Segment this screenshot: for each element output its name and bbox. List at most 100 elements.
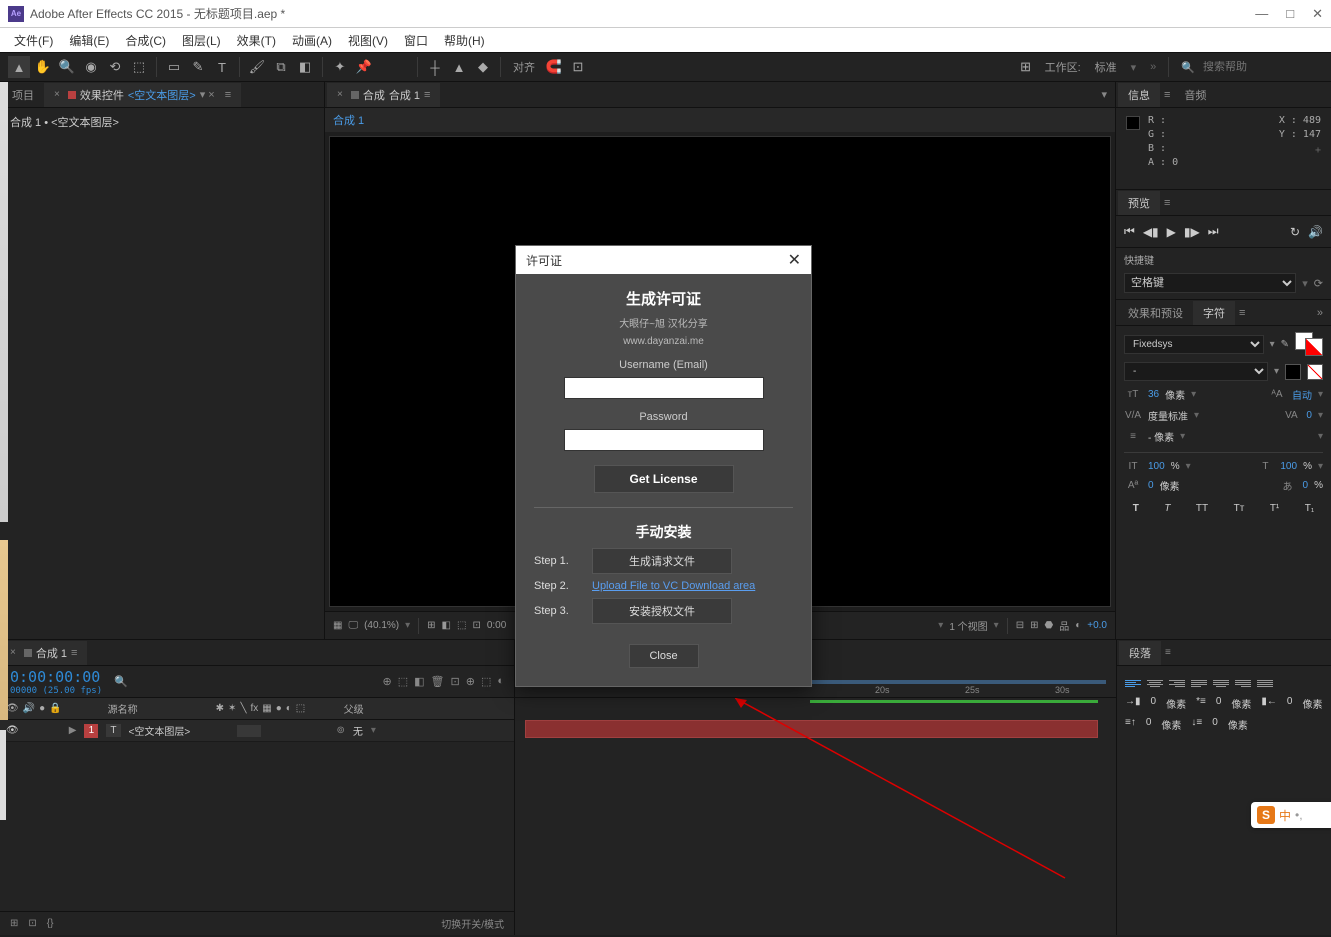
viewer-time[interactable]: 0:00 [487,620,506,631]
viewer-monitor-icon[interactable]: 🖵 [348,620,358,631]
layer-bar[interactable] [525,720,1098,738]
step2-link[interactable]: Upload File to VC Download area [592,580,755,592]
eyedropper-icon[interactable]: ✎ [1281,339,1289,350]
space-before-value[interactable]: 0 [1146,717,1152,732]
tab-composition[interactable]: × 合成 合成 1 ≡ [327,83,440,107]
menu-layer[interactable]: 图层(L) [174,32,229,49]
tl-icon-4[interactable]: 🗑 [431,675,445,688]
viewer-mask-icon[interactable]: ⬚ [457,620,466,631]
mask-icon[interactable]: ▲ [448,56,470,78]
tl-footer-icon-1[interactable]: ⊞ [10,918,18,929]
tab-paragraph[interactable]: 段落 [1119,641,1161,665]
close-icon[interactable]: ✕ [1312,6,1323,22]
orbit-tool-icon[interactable]: ◉ [80,56,102,78]
minimize-icon[interactable]: — [1255,6,1268,22]
superscript-icon[interactable]: T¹ [1270,503,1279,514]
sw-8-icon[interactable]: ⬚ [296,703,305,714]
viewer-exposure-icon[interactable]: ◐ [1075,620,1081,631]
tl-footer-icon-3[interactable]: {} [47,918,54,929]
indent-right-value[interactable]: 0 [1287,696,1293,711]
justify-all-icon[interactable] [1257,676,1273,690]
tl-icon-7[interactable]: ⬚ [481,675,491,688]
preview-next-icon[interactable]: ▮▶ [1184,225,1200,239]
tsume-value[interactable]: 0 [1303,480,1309,491]
font-style-select[interactable]: - [1124,362,1268,381]
color-black-swatch[interactable] [1285,364,1301,380]
viewer-zoom[interactable]: (40.1%) [364,620,399,631]
pen-tool-icon[interactable]: ✎ [187,56,209,78]
brush-tool-icon[interactable]: 🖌 [246,56,268,78]
layer-name[interactable]: <空文本图层> [129,723,229,738]
tl-icon-3[interactable]: ◧ [414,675,424,688]
workspace-value[interactable]: 标准 [1089,59,1123,75]
tab-info[interactable]: 信息 [1118,83,1160,107]
tl-icon-8[interactable]: ◐ [497,675,504,688]
col-solo-icon[interactable]: ● [39,703,45,714]
step1-button[interactable]: 生成请求文件 [592,548,732,574]
sw-5-icon[interactable]: ▦ [262,703,271,714]
justify-right-icon[interactable] [1235,676,1251,690]
viewer-grid-icon[interactable]: ▦ [333,620,342,631]
snap-expand-icon[interactable]: ⊡ [567,56,589,78]
selection-tool-icon[interactable]: ▲ [8,56,30,78]
toggle-switches[interactable]: 切换开关/模式 [441,916,504,931]
col-parent[interactable]: 父级 [344,701,404,716]
preview-first-icon[interactable]: ⏮ [1124,224,1135,239]
timeline-layer-row[interactable]: 👁 ▶ 1 T <空文本图层> ⊚ 无 ▾ [0,720,514,742]
viewer-channel-icon[interactable]: ◧ [442,620,451,631]
tab-character[interactable]: 字符 [1193,301,1235,325]
viewer-guide-icon[interactable]: ⊟ [1016,620,1024,631]
sw-1-icon[interactable]: ✱ [216,703,224,714]
search-help-input[interactable] [1203,61,1323,73]
viewer-wireframe-icon[interactable]: 品 [1059,618,1069,633]
faux-italic-icon[interactable]: T [1164,503,1170,514]
maximize-icon[interactable]: □ [1286,6,1294,22]
tl-footer-icon-2[interactable]: ⊡ [28,918,36,929]
menu-effect[interactable]: 效果(T) [229,32,284,49]
faux-bold-icon[interactable]: T [1133,503,1139,514]
viewer-res-icon[interactable]: ⊞ [427,620,435,631]
preview-mute-icon[interactable]: 🔊 [1308,225,1323,239]
viewer-views[interactable]: 1 个视图 [949,618,987,633]
shortcut-reset-icon[interactable]: ⟳ [1314,277,1323,290]
clone-tool-icon[interactable]: ⧉ [270,56,292,78]
align-right-icon[interactable] [1169,676,1185,690]
text-tool-icon[interactable]: T [211,56,233,78]
preview-last-icon[interactable]: ⏭ [1208,224,1219,239]
baseline-value[interactable]: 0 [1148,480,1154,491]
align-left-icon[interactable] [1125,676,1141,690]
subscript-icon[interactable]: T₁ [1305,503,1314,514]
shape-icon[interactable]: ◆ [472,56,494,78]
password-input[interactable] [564,429,764,451]
tl-icon-1[interactable]: ⊕ [383,675,392,688]
indent-first-value[interactable]: 0 [1216,696,1222,711]
viewer-crumb[interactable]: 合成 1 [333,115,364,127]
sw-3-icon[interactable]: ╲ [240,703,246,714]
menu-edit[interactable]: 编辑(E) [61,32,117,49]
get-license-button[interactable]: Get License [594,465,734,493]
color-none-swatch[interactable] [1307,364,1323,380]
anchor-icon[interactable]: ┼ [424,56,446,78]
puppet-tool-icon[interactable]: 📌 [353,56,375,78]
sw-4-icon[interactable]: fx [250,703,258,714]
viewer-3d-icon[interactable]: ⬣ [1044,620,1053,631]
sw-6-icon[interactable]: ● [276,703,282,714]
stroke-value[interactable]: - 像素 [1148,429,1174,444]
search-timeline-icon[interactable]: 🔍 [114,675,128,688]
vscale-value[interactable]: 100 [1148,461,1165,472]
project-body[interactable] [0,132,324,639]
step3-button[interactable]: 安装授权文件 [592,598,732,624]
small-caps-icon[interactable]: Tᴛ [1234,503,1245,514]
col-lock-icon[interactable]: 🔒 [49,703,61,714]
justify-center-icon[interactable] [1213,676,1229,690]
space-after-value[interactable]: 0 [1212,717,1218,732]
render-icon[interactable]: ⊞ [1015,56,1037,78]
tab-preview[interactable]: 预览 [1118,191,1160,215]
menu-file[interactable]: 文件(F) [6,32,61,49]
preview-prev-icon[interactable]: ◀▮ [1143,225,1159,239]
col-source[interactable]: 源名称 [108,701,208,716]
hand-tool-icon[interactable]: ✋ [32,56,54,78]
layer-video-icon[interactable]: 👁 [6,725,19,736]
preview-loop-icon[interactable]: ↻ [1290,225,1300,239]
menu-view[interactable]: 视图(V) [340,32,396,49]
